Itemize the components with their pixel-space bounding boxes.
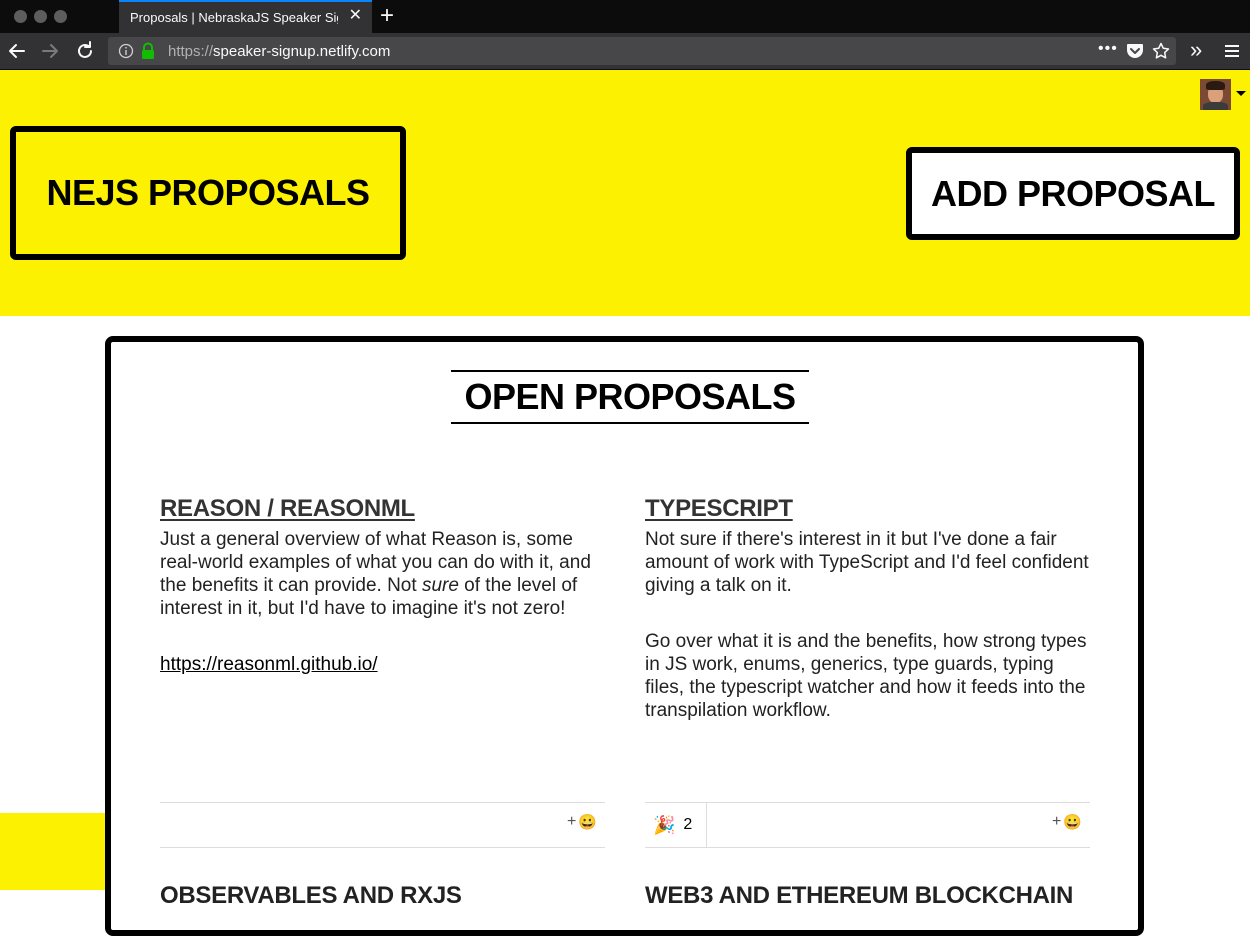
panel-heading: OPEN PROPOSALS [451,370,809,424]
url-text: https://speaker-signup.netlify.com [168,43,391,60]
add-proposal-button[interactable]: ADD PROPOSAL [906,147,1240,240]
caret-down-icon[interactable] [1236,91,1246,96]
browser-tab-active[interactable]: Proposals | NebraskaJS Speaker Signup ✕ [119,0,372,33]
add-proposal-label: ADD PROPOSAL [930,172,1216,214]
browser-toolbar: https://speaker-signup.netlify.com ••• » [0,33,1250,70]
reaction-count: 2 [683,816,693,833]
add-reaction-button[interactable]: + 😀 [1052,813,1082,831]
proposal-body: Not sure if there's interest in it but I… [645,528,1090,722]
panel-title: OPEN PROPOSALS [464,376,796,417]
lock-icon[interactable] [140,42,156,60]
user-avatar[interactable] [1200,79,1231,110]
proposal-paragraph: Go over what it is and the benefits, how… [645,631,1087,721]
forward-arrow-icon[interactable] [39,40,61,62]
smiley-icon: 😀 [578,814,597,831]
pocket-icon[interactable] [1126,43,1144,60]
proposal-title-link[interactable]: OBSERVABLES AND RXJS [160,882,462,910]
proposal-body: Just a general overview of what Reason i… [160,528,605,676]
party-popper-icon: 🎉 [653,814,676,835]
new-tab-icon[interactable]: + [380,3,394,29]
proposal-paragraph: Just a general overview of what Reason i… [160,529,591,619]
proposal-title-link[interactable]: REASON / REASONML [160,494,605,524]
tab-title: Proposals | NebraskaJS Speaker Signup [130,10,338,25]
proposal-card: TYPESCRIPT Not sure if there's interest … [645,494,1090,755]
smiley-icon: 😀 [1063,814,1082,831]
page-actions-icon[interactable]: ••• [1098,40,1118,58]
site-logo[interactable]: NEJS PROPOSALS [10,126,406,260]
open-proposals-panel: OPEN PROPOSALS REASON / REASONML Just a … [105,336,1144,936]
proposal-title-link[interactable]: TYPESCRIPT [645,494,1090,524]
site-title: NEJS PROPOSALS [46,172,370,213]
bookmark-star-icon[interactable] [1152,42,1170,60]
close-icon[interactable]: ✕ [349,8,362,24]
overflow-chevron-icon[interactable]: » [1190,37,1202,63]
reactions-bar: 🎉 2 + 😀 [645,802,1090,848]
hamburger-menu-icon[interactable] [1224,43,1240,59]
window-close-dot[interactable] [14,10,27,23]
info-icon[interactable] [118,43,134,59]
proposal-title-link[interactable]: WEB3 AND ETHEREUM BLOCKCHAIN [645,882,1073,910]
browser-tab-strip: Proposals | NebraskaJS Speaker Signup ✕ … [0,0,1250,33]
proposal-card: REASON / REASONML Just a general overvie… [160,494,605,709]
add-reaction-button[interactable]: + 😀 [567,813,597,831]
reactions-bar: + 😀 [160,802,605,848]
proposal-paragraph: Not sure if there's interest in it but I… [645,529,1089,596]
reaction-chip[interactable]: 🎉 2 [645,803,707,847]
decorative-yellow-strip [0,813,106,890]
back-arrow-icon[interactable] [6,40,28,62]
window-minimize-dot[interactable] [34,10,47,23]
reload-icon[interactable] [74,40,96,62]
site-header: NEJS PROPOSALS ADD PROPOSAL [0,70,1250,316]
url-bar[interactable]: https://speaker-signup.netlify.com ••• [108,37,1176,65]
proposal-link[interactable]: https://reasonml.github.io/ [160,654,378,675]
window-zoom-dot[interactable] [54,10,67,23]
